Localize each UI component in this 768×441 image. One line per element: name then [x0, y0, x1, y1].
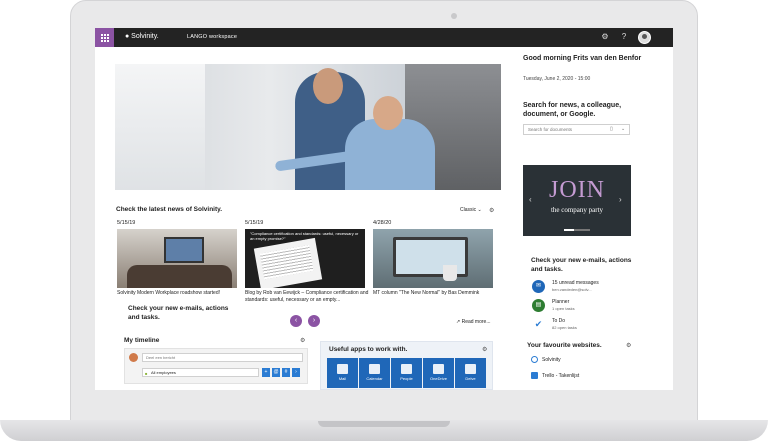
post-input[interactable]: Deel een bericht	[142, 353, 303, 362]
carousel-next-button[interactable]: ›	[308, 315, 320, 327]
app-delve[interactable]: Delve	[455, 358, 486, 388]
news-caption[interactable]: Blog by Rob van Eewijck – Compliance cer…	[245, 290, 370, 304]
calendar-icon	[369, 364, 380, 374]
chevron-left-icon[interactable]: ‹	[529, 195, 532, 204]
promo-banner[interactable]: ‹ JOIN the company party ›	[523, 165, 631, 236]
hero-image	[115, 64, 501, 190]
people-icon	[401, 364, 412, 374]
chevron-down-icon[interactable]: ⌄	[621, 125, 625, 134]
news-date: 5/15/19	[117, 220, 136, 226]
question-icon[interactable]: ?	[619, 32, 629, 42]
chevron-right-icon[interactable]: ›	[619, 195, 622, 204]
apps-settings-icon[interactable]: ⚙	[482, 346, 487, 353]
news-image[interactable]: "Compliance certification and standards:…	[245, 229, 365, 288]
search-input[interactable]: Search for documents ▯ ⌄	[523, 124, 630, 135]
workspace-name: LANGO workspace	[187, 34, 238, 40]
mail-section-title: Check your new e-mails, actions and task…	[531, 257, 632, 273]
app-mail[interactable]: Mail	[327, 358, 358, 388]
top-bar: ● Solvinity. LANGO workspace ⚙ ?	[95, 28, 673, 47]
delve-icon	[465, 364, 476, 374]
laptop-frame: ● Solvinity. LANGO workspace ⚙ ? Check t…	[0, 0, 768, 441]
avatar[interactable]	[638, 31, 651, 44]
search-label: Search for news, a colleague, document, …	[523, 102, 622, 118]
news-section-title: Check the latest news of Solvinity.	[116, 206, 223, 213]
brand-logo[interactable]: ● Solvinity.	[125, 33, 159, 40]
app-launcher-button[interactable]	[95, 28, 114, 47]
checkmark-icon: ✔	[532, 318, 545, 331]
timeline-title: My timeline	[124, 337, 160, 344]
news-caption[interactable]: MT column "The New Normal" by Bas Demmin…	[373, 290, 498, 297]
attach-button[interactable]: +	[262, 368, 270, 377]
apps-card: Useful apps to work with. ⚙ Mail Calenda…	[320, 341, 493, 390]
audience-select[interactable]: ■ All employees	[142, 368, 259, 377]
read-more-link[interactable]: ↗ Read more...	[456, 319, 491, 325]
timeline-card: Deel een bericht ■ All employees + @ # ›	[124, 348, 308, 384]
favourite-link[interactable]: Solvinity	[531, 356, 561, 363]
app-calendar[interactable]: Calendar	[359, 358, 390, 388]
laptop-notch	[318, 421, 450, 427]
news-date: 5/15/19	[245, 220, 264, 226]
greeting-title: Good morning Frits van den Benfor	[523, 55, 642, 62]
send-button[interactable]: ›	[292, 368, 300, 377]
app-people[interactable]: People	[391, 358, 422, 388]
webcam	[451, 13, 457, 19]
gear-icon[interactable]: ⚙	[600, 32, 610, 42]
intranet-page: ● Solvinity. LANGO workspace ⚙ ? Check t…	[95, 28, 673, 390]
news-date: 4/28/20	[373, 220, 392, 226]
news-image[interactable]	[117, 229, 237, 288]
greeting-date: Tuesday, June 2, 2020 - 15:00	[523, 76, 591, 82]
globe-icon	[531, 356, 538, 363]
carousel-indicator[interactable]	[564, 229, 590, 231]
email-promo-text: Check your new e-mails, actions and task…	[128, 305, 229, 321]
apps-title: Useful apps to work with.	[329, 346, 408, 353]
envelope-icon: ✉	[532, 280, 545, 293]
banner-subtitle: the company party	[550, 206, 604, 214]
banner-headline: JOIN	[549, 177, 605, 203]
tag-button[interactable]: #	[282, 368, 290, 377]
document-icon[interactable]: ▯	[610, 125, 613, 134]
news-caption[interactable]: Solvinity Modern Workplace roadshow star…	[117, 290, 242, 297]
waffle-icon	[100, 33, 109, 42]
news-image[interactable]	[373, 229, 493, 288]
avatar	[129, 353, 138, 362]
timeline-settings-icon[interactable]: ⚙	[300, 337, 305, 344]
view-dropdown[interactable]: Classic ⌄	[460, 207, 482, 213]
carousel-prev-button[interactable]: ‹	[290, 315, 302, 327]
planner-icon: ▤	[532, 299, 545, 312]
cloud-icon	[433, 364, 444, 374]
favourites-title: Your favourite websites.	[527, 342, 602, 349]
trello-icon	[531, 372, 538, 379]
favourites-settings-icon[interactable]: ⚙	[626, 342, 631, 349]
favourite-link[interactable]: Trello - Takenlijst	[531, 372, 579, 379]
news-settings-icon[interactable]: ⚙	[489, 207, 494, 214]
mention-button[interactable]: @	[272, 368, 280, 377]
app-onedrive[interactable]: OneDrive	[423, 358, 454, 388]
mail-icon	[337, 364, 348, 374]
